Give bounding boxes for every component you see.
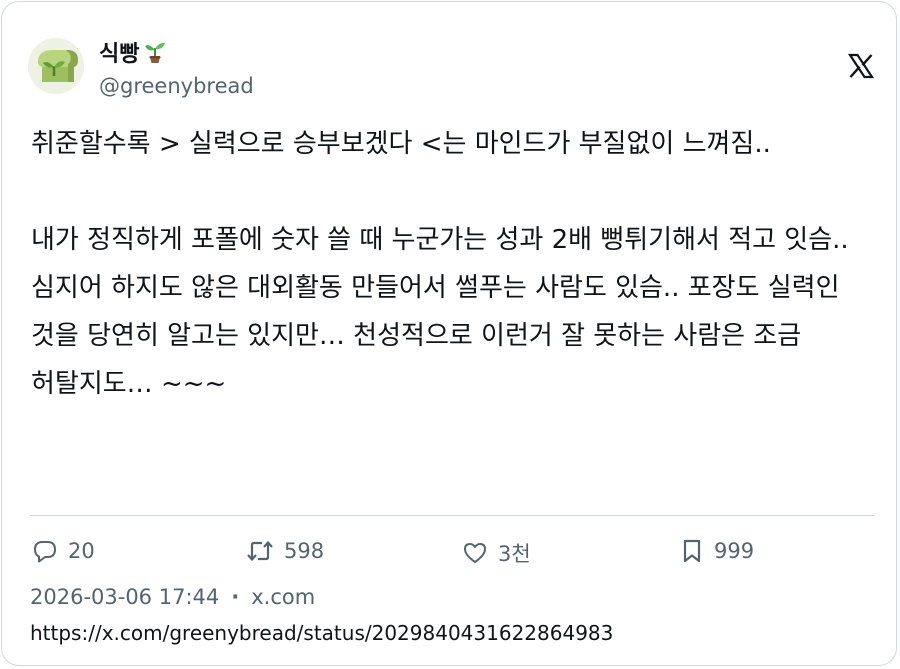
source-link[interactable]: x.com (251, 585, 315, 609)
tweet-url[interactable]: https://x.com/greenybread/status/2029840… (30, 621, 613, 645)
author-handle[interactable]: @greenybread (99, 74, 254, 98)
tweet-card: 식빵 @greenybread 취준할수록 > 실력으로 승부보겠다 <는 마인… (1, 1, 897, 666)
timestamp[interactable]: 2026-03-06 17:44 (30, 585, 219, 609)
tweet-meta: 2026-03-06 17:44 · x.com (30, 585, 315, 609)
reply-count: 20 (68, 539, 95, 563)
avatar[interactable] (28, 38, 84, 94)
reply-icon (32, 538, 58, 564)
divider (30, 515, 875, 516)
x-logo-icon[interactable] (847, 52, 875, 80)
display-name-text: 식빵 (99, 42, 140, 67)
bookmark-count: 999 (714, 539, 755, 563)
like-button[interactable]: 3천 (462, 538, 531, 568)
bookmark-button[interactable]: 999 (680, 538, 754, 564)
reply-button[interactable]: 20 (32, 538, 95, 564)
seedling-icon (143, 40, 167, 64)
bookmark-icon (680, 538, 704, 564)
like-count: 3천 (498, 542, 531, 566)
meta-separator: · (231, 585, 240, 609)
tweet-text: 취준할수록 > 실력으로 승부보겠다 <는 마인드가 부질없이 느껴짐.. 내가… (31, 129, 849, 399)
heart-icon (462, 540, 488, 566)
bread-with-sprout-icon (28, 38, 84, 94)
retweet-count: 598 (284, 539, 325, 563)
display-name[interactable]: 식빵 (99, 36, 167, 68)
retweet-button[interactable]: 598 (246, 538, 324, 564)
retweet-icon (246, 538, 274, 564)
